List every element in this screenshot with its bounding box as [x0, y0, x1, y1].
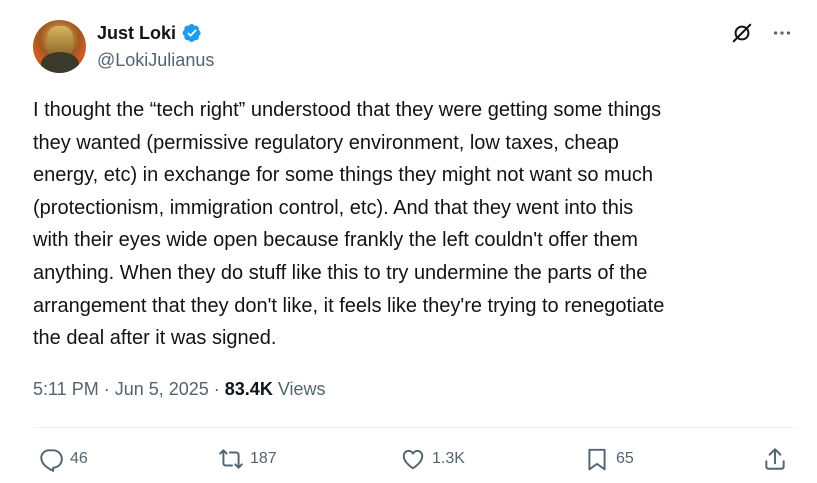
- grok-icon[interactable]: [731, 22, 753, 44]
- tweet-time[interactable]: 5:11 PM: [33, 379, 99, 400]
- share-icon: [765, 448, 785, 470]
- meta-separator-2: ·: [213, 379, 220, 399]
- tweet-meta: 5:11 PM · Jun 5, 2025 · 83.4K Views: [33, 379, 326, 400]
- tweet-text: I thought the “tech right” understood th…: [33, 99, 665, 350]
- repost-icon: [219, 449, 243, 469]
- meta-separator: ·: [103, 379, 110, 399]
- bookmark-button[interactable]: 65: [584, 446, 634, 472]
- display-name[interactable]: Just Loki: [97, 23, 176, 44]
- like-icon: [402, 449, 424, 470]
- like-count: 1.3K: [432, 450, 465, 467]
- top-actions: [731, 22, 793, 44]
- avatar-body-shape: [41, 52, 79, 73]
- author-info: Just Loki @LokiJulianus: [97, 20, 214, 71]
- name-row: Just Loki: [97, 20, 214, 46]
- bookmark-count: 65: [616, 450, 634, 467]
- views-label: Views: [277, 379, 326, 399]
- reply-count: 46: [70, 450, 88, 467]
- user-handle[interactable]: @LokiJulianus: [97, 50, 214, 71]
- bookmark-icon: [588, 448, 606, 471]
- tweet-date[interactable]: Jun 5, 2025: [115, 379, 209, 400]
- share-button[interactable]: [762, 446, 788, 472]
- like-button[interactable]: 1.3K: [400, 446, 465, 472]
- divider: [33, 427, 797, 428]
- repost-button[interactable]: 187: [218, 446, 277, 472]
- action-bar: 46 187 1.3K 65: [0, 440, 817, 480]
- repost-count: 187: [250, 450, 277, 467]
- verified-badge-icon[interactable]: [182, 23, 202, 43]
- avatar[interactable]: [33, 20, 86, 73]
- reply-button[interactable]: 46: [38, 446, 88, 472]
- more-icon[interactable]: [771, 22, 793, 44]
- reply-icon: [40, 449, 63, 472]
- views-count[interactable]: 83.4K: [225, 379, 273, 400]
- tweet-header: Just Loki @LokiJulianus: [33, 18, 797, 78]
